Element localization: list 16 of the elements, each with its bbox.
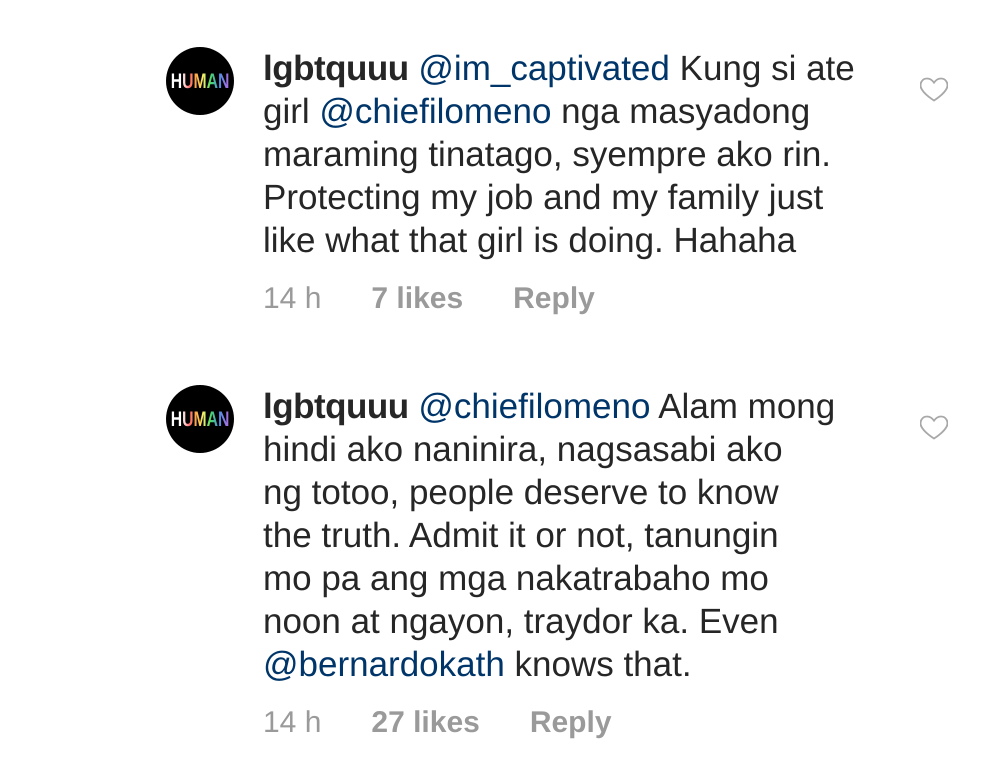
mention-link[interactable]: @bernardokath xyxy=(263,645,505,684)
comment-text: lgbtquuu @im_captivated Kung si ate girl @chiefilomeno nga masyadong maraming tinatago, syempre ako rin. Protecting my job and my family just like what that girl is doing. Hahaha xyxy=(263,48,856,262)
avatar-logo-text: HUMAN xyxy=(170,408,230,430)
avatar-logo-text: HUMAN xyxy=(170,70,230,92)
username-link[interactable]: lgbtquuu xyxy=(263,49,409,88)
heart-icon[interactable] xyxy=(920,77,948,102)
heart-icon[interactable] xyxy=(920,415,948,440)
mention-link[interactable]: @chiefilomeno xyxy=(418,387,650,426)
mention-link[interactable]: @chiefilomeno xyxy=(319,92,552,131)
timestamp: 14 h xyxy=(263,281,322,317)
avatar[interactable]: HUMAN xyxy=(166,385,234,453)
timestamp: 14 h xyxy=(263,705,322,741)
mention-link[interactable]: @im_captivated xyxy=(418,49,670,88)
comment-text: lgbtquuu @chiefilomeno Alam mong hindi ako naninira, nagsasabi ako ng totoo, people deserve to know the truth. Admit it or not, tanungin mo pa ang mga nakatrabaho mo noon at ngayon, traydor ka. Even @bernardokath knows that. xyxy=(263,386,836,686)
avatar[interactable]: HUMAN xyxy=(166,47,234,115)
username-link[interactable]: lgbtquuu xyxy=(263,387,409,426)
